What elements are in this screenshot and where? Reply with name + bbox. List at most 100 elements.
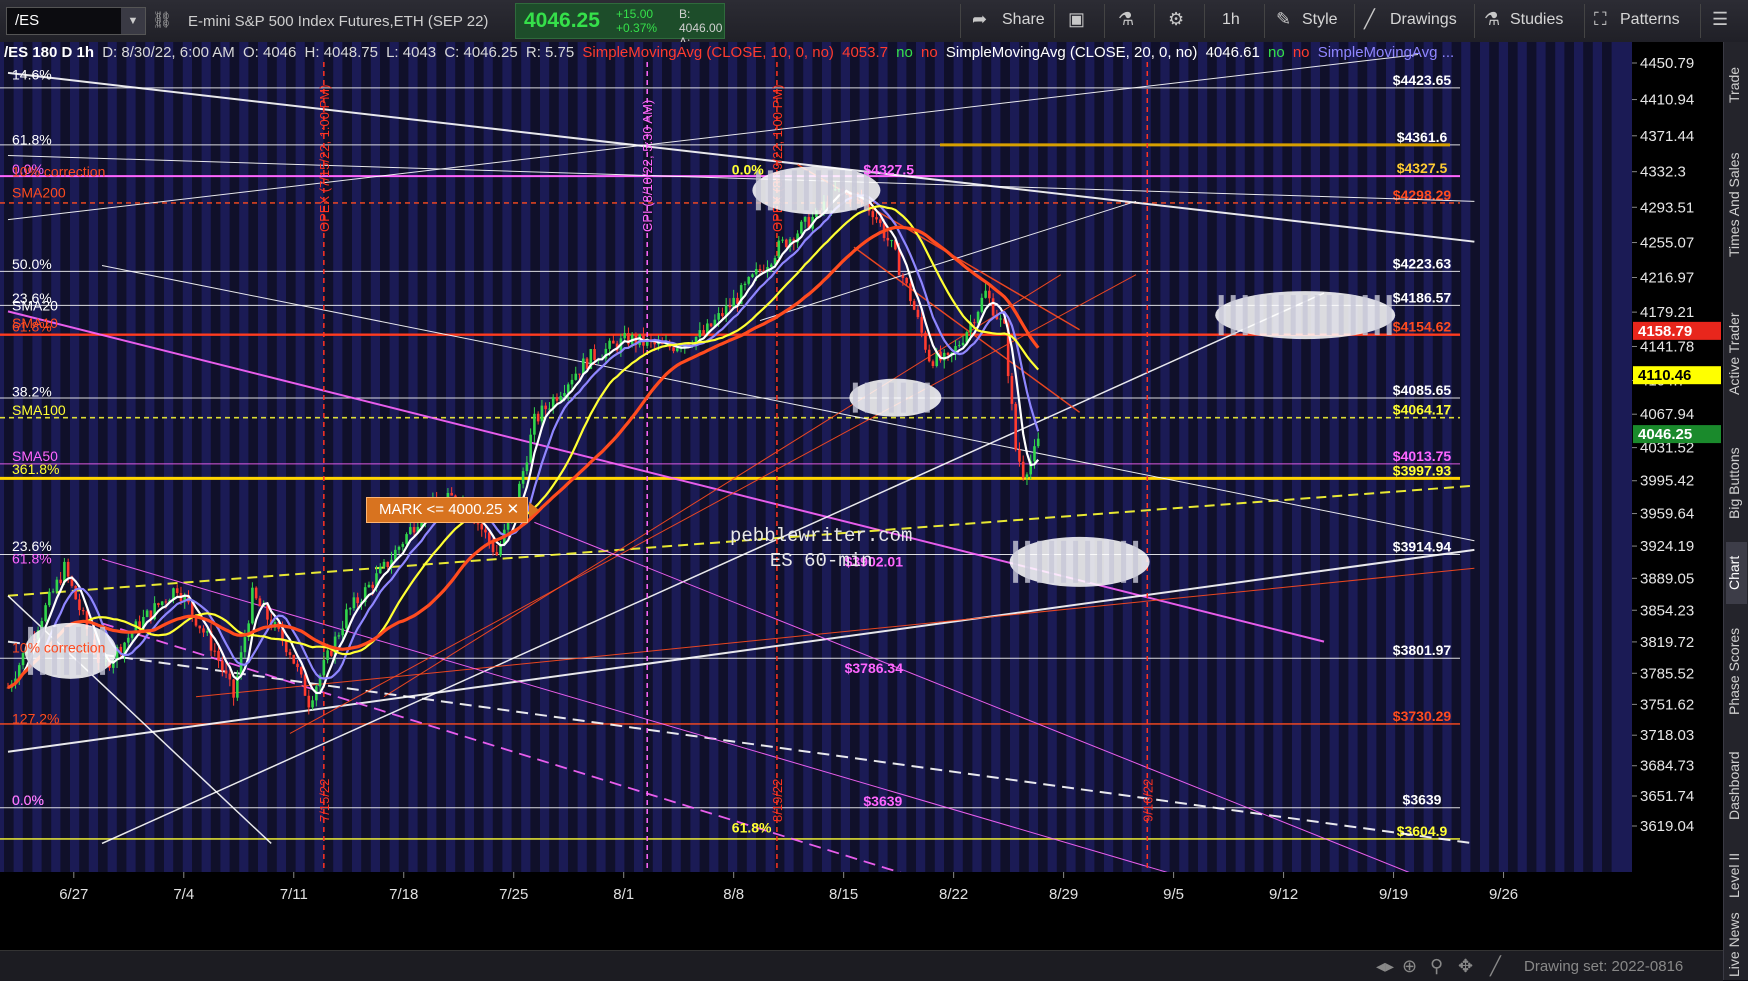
session-stripe: [1320, 42, 1330, 872]
drawing-set-label[interactable]: Drawing set: 2022-0816: [1524, 958, 1683, 975]
y-tick-label: 4255.07: [1640, 235, 1694, 252]
symbol-value: /ES: [15, 12, 40, 29]
legend-no: no: [1292, 44, 1310, 61]
candle-body: [946, 352, 950, 355]
pan-icon[interactable]: ✥: [1458, 956, 1473, 977]
session-stripe: [605, 42, 616, 872]
candle-body: [1025, 474, 1029, 478]
candle-body: [912, 301, 916, 310]
sidebar-tab-dashboard[interactable]: Dashboard: [1726, 738, 1747, 834]
price-level-label: $4154.62: [1393, 319, 1452, 335]
candle-body: [1018, 449, 1021, 462]
legend-sma20[interactable]: SimpleMovingAvg (CLOSE, 20, 0, no): [946, 44, 1198, 61]
y-tick-label: 4371.44: [1640, 128, 1694, 145]
snapshot-icon[interactable]: ▣: [1068, 9, 1085, 30]
candle-body: [732, 297, 735, 308]
x-tick-label: 7/11: [280, 886, 308, 903]
sidebar-tab-live-news[interactable]: Live News: [1726, 912, 1747, 978]
legend-no: no: [921, 44, 938, 61]
level-tag: 10% correction: [12, 640, 105, 656]
candle-body: [66, 561, 70, 577]
y-tick-label: 3785.52: [1640, 665, 1694, 682]
sidebar-tab-phase-scores[interactable]: Phase Scores: [1726, 614, 1747, 728]
patterns-icon[interactable]: ⛶: [1594, 9, 1607, 30]
sidebar-tab-level-ii[interactable]: Level II: [1726, 842, 1747, 908]
candle-body: [728, 305, 732, 308]
candle-body: [367, 584, 371, 588]
candle-body: [957, 345, 961, 347]
candle-body: [296, 663, 299, 668]
last-price: 4046.25: [524, 9, 600, 32]
zoom-icon[interactable]: ⚲: [1430, 956, 1443, 977]
sidebar-tab-chart[interactable]: Chart: [1726, 542, 1747, 604]
interval-button[interactable]: 1h: [1222, 11, 1240, 29]
session-stripe: [1075, 42, 1086, 872]
mark-order-label[interactable]: MARK <= 4000.25 ✕: [366, 497, 540, 523]
legend-sma-more[interactable]: SimpleMovingAvg ...: [1318, 44, 1454, 61]
studies-button[interactable]: Studies: [1510, 11, 1563, 29]
watermark-line-1: pebblewriter.com: [730, 525, 913, 547]
price-change: +15.00 +0.37%: [616, 7, 657, 35]
x-tick-label: 6/27: [59, 886, 88, 903]
sidebar-tab-active-trader[interactable]: Active Trader: [1726, 290, 1747, 418]
candle-body: [1010, 376, 1014, 404]
gear-icon[interactable]: ⚙: [1168, 9, 1184, 30]
sidebar-tab-times-and-sales[interactable]: Times And Sales: [1726, 130, 1747, 280]
scroll-arrows-icon[interactable]: ◂▸: [1376, 956, 1394, 977]
event-label: 7/15/22: [317, 779, 332, 822]
share-icon[interactable]: ➦: [972, 9, 987, 30]
level-tag: SMA20: [12, 297, 58, 313]
candle-body: [393, 549, 397, 560]
candle-body: [55, 579, 59, 592]
symbol-description: E-mini S&P 500 Index Futures,ETH (SEP 22…: [188, 13, 489, 30]
chevron-down-icon[interactable]: ▼: [121, 8, 145, 34]
candle-body: [999, 318, 1002, 320]
sidebar-tab-big-buttons[interactable]: Big Buttons: [1726, 428, 1747, 538]
price-axis[interactable]: 4450.79 4410.94 4371.44 4332.3 4293.51 4255.0…: [1632, 42, 1723, 980]
price-level-label: $3801.97: [1393, 642, 1452, 658]
event-label: 9/16/22: [1140, 779, 1155, 822]
candle-body: [221, 660, 224, 671]
drawings-button[interactable]: Drawings: [1390, 11, 1457, 29]
menu-icon[interactable]: ☰: [1712, 9, 1728, 30]
y-tick-label: 3924.19: [1640, 538, 1694, 555]
candle-body: [401, 543, 405, 547]
candle-body: [495, 552, 499, 556]
candle-body: [491, 542, 495, 553]
candle-body: [563, 392, 566, 397]
candle-body: [886, 237, 890, 241]
session-stripe: [1113, 42, 1123, 872]
drawing-icon[interactable]: ╱: [1490, 956, 1501, 977]
chart-plot-area[interactable]: $4423.65 $4361.6 $4327.5 $4298.29 $4223.63 $4…: [0, 42, 1632, 980]
drawings-icon[interactable]: ╱: [1364, 9, 1375, 30]
close-icon[interactable]: ✕: [507, 501, 520, 518]
candle-body: [330, 650, 333, 656]
legend-sma10[interactable]: SimpleMovingAvg (CLOSE, 10, 0, no): [582, 44, 834, 61]
candle-body: [984, 290, 987, 298]
crosshair-icon[interactable]: ⊕: [1402, 956, 1417, 977]
candle-body: [51, 591, 55, 593]
style-icon[interactable]: ✎: [1276, 9, 1291, 30]
share-button[interactable]: Share: [1002, 11, 1045, 29]
chart-legend: /ES 180 D 1h D: 8/30/22, 6:00 AM O: 4046…: [4, 44, 1458, 64]
legend-symbol-period: /ES 180 D 1h: [4, 44, 95, 61]
flask-icon[interactable]: ⚗: [1118, 9, 1134, 30]
studies-icon[interactable]: ⚗: [1484, 9, 1500, 30]
candle-body: [927, 349, 931, 362]
price-chart[interactable]: $4423.65$4361.6$4327.5$4298.29$4223.63$4…: [0, 42, 1632, 964]
candle-body: [721, 313, 724, 317]
candle-body: [608, 340, 611, 349]
candle-body: [322, 660, 326, 676]
style-button[interactable]: Style: [1302, 11, 1338, 29]
sidebar-tab-trade[interactable]: Trade: [1726, 50, 1747, 120]
candle-body: [341, 628, 344, 636]
patterns-button[interactable]: Patterns: [1620, 11, 1680, 29]
price-level-label: $4223.63: [1393, 255, 1452, 271]
x-axis-background: [0, 872, 1632, 950]
session-stripe: [286, 42, 296, 872]
y-tick-label: 3619.04: [1640, 818, 1694, 835]
symbol-input[interactable]: /ES ▼: [6, 7, 146, 35]
link-icon[interactable]: ⛓: [152, 10, 172, 30]
candle-body: [570, 379, 574, 385]
session-stripe: [662, 42, 672, 872]
